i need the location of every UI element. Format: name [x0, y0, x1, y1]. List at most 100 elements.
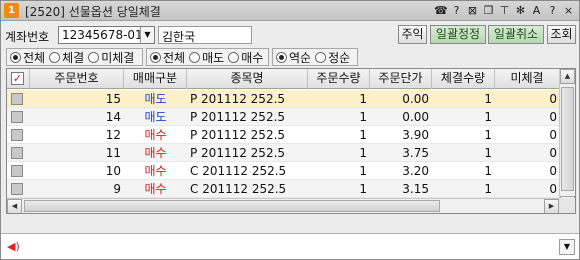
cell-order-qty: 1: [359, 92, 367, 106]
account-label: 계좌번호: [5, 30, 50, 44]
col-unfilled[interactable]: 미체결: [495, 69, 560, 89]
radio-button[interactable]: [150, 51, 161, 63]
cell-order-no: 14: [105, 110, 121, 124]
cell-order-qty: 1: [359, 128, 367, 142]
radio-side-sell[interactable]: 매도: [189, 49, 224, 66]
cell-order-price: 3.90: [402, 128, 429, 142]
screen-icon[interactable]: ⊠: [466, 4, 479, 17]
table-row[interactable]: 14 매도 P 201112 252.5 1 0.00 1 0: [7, 108, 560, 126]
col-item-name[interactable]: 종목명: [187, 69, 308, 89]
grid-header: ✓ 주문번호 매매구분 종목명 주문수량 주문단가 체결수량 미체결: [7, 69, 560, 89]
settings-icon[interactable]: ✻: [514, 4, 527, 17]
select-all-checkbox[interactable]: ✓: [11, 72, 24, 85]
account-value: 12345678-01: [62, 28, 143, 42]
radio-status-unfilled[interactable]: 미체결: [88, 49, 134, 66]
cell-order-price: 3.15: [402, 182, 429, 196]
radio-sort-asc[interactable]: 정순: [315, 49, 350, 66]
scroll-right-icon[interactable]: ▶: [544, 199, 559, 213]
row-checkbox[interactable]: [11, 183, 23, 195]
vertical-scrollbar[interactable]: ▲ ▼: [559, 69, 575, 213]
cell-side: 매도: [144, 92, 167, 106]
font-icon[interactable]: A: [530, 4, 543, 17]
radio-button[interactable]: [88, 51, 100, 63]
cell-order-qty: 1: [359, 182, 367, 196]
row-checkbox[interactable]: [11, 93, 23, 105]
cell-side: 매수: [144, 164, 167, 178]
cell-filled-qty: 1: [484, 92, 492, 106]
cell-item-name: C 201112 252.5: [190, 182, 287, 196]
close-icon[interactable]: ×: [562, 4, 575, 17]
cell-order-qty: 1: [359, 110, 367, 124]
table-row[interactable]: 11 매수 P 201112 252.5 1 3.75 1 0: [7, 144, 560, 162]
cell-order-no: 10: [105, 164, 121, 178]
cell-item-name: P 201112 252.5: [190, 92, 286, 106]
cell-order-qty: 1: [359, 146, 367, 160]
cell-filled-qty: 1: [484, 110, 492, 124]
cell-side: 매수: [144, 128, 167, 142]
select-all-column[interactable]: ✓: [7, 69, 30, 89]
account-select[interactable]: 12345678-01 ▼: [58, 26, 155, 44]
status-bar: ◀) ▼: [1, 233, 579, 259]
screen-number-badge: 1: [4, 3, 19, 18]
chevron-down-icon[interactable]: ▼: [140, 27, 154, 43]
pin-icon[interactable]: ⊤: [498, 4, 511, 17]
radio-button[interactable]: [189, 51, 201, 63]
phone-icon[interactable]: ☎: [434, 4, 448, 17]
radio-sort-desc[interactable]: 역순: [276, 49, 311, 66]
query-button[interactable]: 조회: [547, 25, 576, 44]
radio-button[interactable]: [49, 51, 61, 63]
radio-side-buy[interactable]: 매수: [228, 49, 263, 66]
cell-item-name: P 201112 252.5: [190, 128, 286, 142]
radio-status-filled[interactable]: 체결: [49, 49, 84, 66]
cell-order-no: 11: [105, 146, 121, 160]
col-order-no[interactable]: 주문번호: [30, 69, 124, 89]
cell-unfilled: 0: [549, 110, 557, 124]
window-icon[interactable]: ❐: [482, 4, 495, 17]
col-side[interactable]: 매매구분: [124, 69, 187, 89]
bulk-modify-button[interactable]: 일괄정정: [430, 25, 486, 44]
question-icon[interactable]: ?: [450, 4, 463, 17]
sort-filter-group: 역순 정순: [272, 48, 358, 66]
radio-button[interactable]: [276, 51, 287, 63]
radio-status-all[interactable]: 전체: [10, 49, 45, 66]
minimize-icon[interactable]: ?: [546, 4, 559, 17]
status-filter-group: 전체 체결 미체결: [6, 48, 143, 66]
scroll-left-icon[interactable]: ◀: [7, 199, 22, 213]
cell-filled-qty: 1: [484, 164, 492, 178]
radio-button[interactable]: [228, 51, 240, 63]
row-checkbox[interactable]: [11, 129, 23, 141]
table-row[interactable]: 15 매도 P 201112 252.5 1 0.00 1 0: [7, 90, 560, 108]
account-holder-name: 김한국: [158, 26, 252, 44]
row-checkbox[interactable]: [11, 111, 23, 123]
cell-filled-qty: 1: [484, 146, 492, 160]
side-filter-group: 전체 매도 매수: [146, 48, 269, 66]
speaker-icon[interactable]: ◀): [7, 240, 20, 253]
radio-button[interactable]: [10, 51, 21, 63]
cell-unfilled: 0: [549, 182, 557, 196]
cell-order-no: 9: [113, 182, 121, 196]
col-filled-qty[interactable]: 체결수량: [432, 69, 495, 89]
table-row[interactable]: 9 매수 C 201112 252.5 1 3.15 1 0: [7, 180, 560, 198]
cell-side: 매수: [144, 182, 167, 196]
table-row[interactable]: 12 매수 P 201112 252.5 1 3.90 1 0: [7, 126, 560, 144]
col-order-price[interactable]: 주문단가: [370, 69, 432, 89]
row-checkbox[interactable]: [11, 147, 23, 159]
chevron-down-icon[interactable]: ▼: [559, 239, 575, 255]
col-order-qty[interactable]: 주문수량: [308, 69, 370, 89]
execution-grid[interactable]: ✓ 주문번호 매매구분 종목명 주문수량 주문단가 체결수량 미체결 15 매도 P…: [6, 68, 576, 214]
order-button[interactable]: 주익: [398, 25, 427, 44]
scroll-thumb[interactable]: [561, 87, 574, 191]
cell-item-name: C 201112 252.5: [190, 164, 287, 178]
scroll-thumb[interactable]: [24, 200, 440, 212]
bulk-cancel-button[interactable]: 일괄취소: [488, 25, 544, 44]
cell-order-no: 15: [105, 92, 121, 106]
window-title: [2520] 선물옵션 당일체결: [25, 5, 161, 19]
table-row[interactable]: 10 매수 C 201112 252.5 1 3.20 1 0: [7, 162, 560, 180]
radio-button[interactable]: [315, 51, 327, 63]
horizontal-scrollbar[interactable]: ◀ ▶: [7, 198, 560, 213]
scroll-up-icon[interactable]: ▲: [560, 69, 575, 84]
radio-side-all[interactable]: 전체: [150, 49, 185, 66]
title-bar[interactable]: 1 [2520] 선물옵션 당일체결 ☎ ? ⊠ ❐ ⊤ ✻ A ? ×: [1, 1, 579, 21]
row-checkbox[interactable]: [11, 165, 23, 177]
cell-item-name: P 201112 252.5: [190, 146, 286, 160]
